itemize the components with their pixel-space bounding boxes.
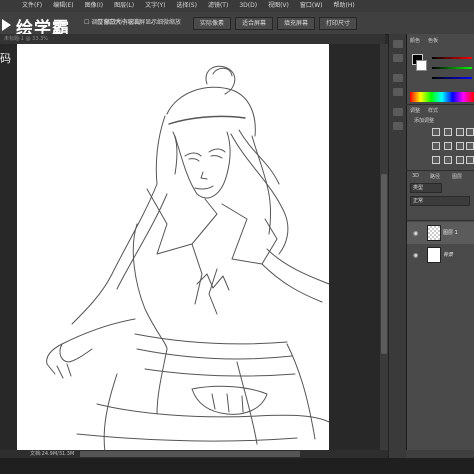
hue-saturation-icon[interactable]: [444, 142, 452, 150]
exposure-icon[interactable]: [466, 128, 474, 136]
layer-thumbnail: [427, 225, 441, 241]
actual-pixels-button[interactable]: 实际像素: [193, 17, 231, 30]
layer-name: 图层 1: [443, 230, 458, 236]
print-size-button[interactable]: 打印尺寸: [319, 17, 357, 30]
clone-source-icon[interactable]: [393, 88, 403, 96]
play-icon: [2, 19, 11, 31]
layer-kind-filter[interactable]: 类型: [410, 183, 442, 193]
gradient-map-icon[interactable]: [466, 156, 474, 164]
zoom-all-checkbox[interactable]: ☐ 缩放所有窗口: [97, 17, 140, 28]
scrubby-zoom-checkbox[interactable]: ✓ 细微缩放: [150, 17, 181, 28]
menu-file[interactable]: 文件(F): [22, 0, 42, 12]
curves-icon[interactable]: [456, 128, 464, 136]
color-spectrum[interactable]: [410, 92, 474, 102]
layer-row[interactable]: ◉ 背景: [407, 244, 474, 266]
brush-icon[interactable]: [393, 74, 403, 82]
history-icon[interactable]: [393, 40, 403, 48]
taskbar: [0, 458, 474, 474]
properties-icon[interactable]: [393, 54, 403, 62]
collar: [146, 188, 218, 255]
blue-slider[interactable]: [432, 77, 472, 79]
canvas[interactable]: [17, 44, 329, 452]
tab-adjustments[interactable]: 调整: [410, 107, 420, 114]
menu-view[interactable]: 视图(V): [268, 0, 289, 12]
paragraph-icon[interactable]: [393, 122, 403, 130]
horizontal-scrollbar[interactable]: [80, 451, 300, 457]
fill-screen-button[interactable]: 填充屏幕: [277, 17, 315, 30]
layer-row[interactable]: ◉ 图层 1: [407, 222, 474, 244]
vibrance-icon[interactable]: [432, 142, 440, 150]
blend-mode-select[interactable]: 正常: [410, 196, 470, 206]
document-size: 文档:24.9M/31.3M: [30, 451, 75, 457]
tab-layers[interactable]: 图层: [452, 173, 462, 180]
tab-color[interactable]: 颜色: [410, 37, 420, 44]
menu-type[interactable]: 文字(Y): [145, 0, 165, 12]
threshold-icon[interactable]: [456, 156, 464, 164]
menu-bar: 文件(F) 编辑(E) 图像(I) 图层(L) 文字(Y) 选择(S) 滤镜(T) 3D(D)…: [0, 0, 474, 12]
layer-name: 背景: [443, 252, 454, 258]
panel-icon-strip: [388, 34, 407, 458]
menu-edit[interactable]: 编辑(E): [53, 0, 73, 12]
posterize-icon[interactable]: [444, 156, 452, 164]
red-slider[interactable]: [432, 57, 472, 59]
belt: [134, 333, 288, 345]
document-tab[interactable]: 未标题-1 @ 33.3%: [0, 34, 385, 44]
layer-thumbnail: [427, 247, 441, 263]
tab-swatches[interactable]: 色板: [428, 37, 438, 44]
green-slider[interactable]: [432, 67, 472, 69]
menu-3d[interactable]: 3D(D): [239, 0, 257, 12]
scrollbar-thumb[interactable]: [381, 174, 387, 354]
menu-filter[interactable]: 滤镜(T): [208, 0, 228, 12]
color-balance-icon[interactable]: [456, 142, 464, 150]
menu-help[interactable]: 帮助(H): [334, 0, 355, 12]
menu-layer[interactable]: 图层(L): [114, 0, 134, 12]
vertical-scrollbar[interactable]: [380, 44, 388, 454]
layer-actions-bar: [406, 450, 474, 458]
invert-icon[interactable]: [432, 156, 440, 164]
eye-icon[interactable]: ◉: [413, 252, 418, 259]
eye-icon[interactable]: ◉: [413, 230, 418, 237]
fit-screen-button[interactable]: 适合屏幕: [235, 17, 273, 30]
tab-paths[interactable]: 路径: [430, 173, 440, 180]
background-color-swatch[interactable]: [416, 60, 427, 71]
side-character: 码: [0, 52, 11, 65]
menu-window[interactable]: 窗口(W): [300, 0, 323, 12]
tab-3d[interactable]: 3D: [412, 173, 419, 179]
levels-icon[interactable]: [444, 128, 452, 136]
add-adjustment-label: 添加调整: [414, 118, 435, 124]
brightness-icon[interactable]: [432, 128, 440, 136]
sketch-drawing: [46, 65, 329, 452]
menu-select[interactable]: 选择(S): [176, 0, 197, 12]
character-icon[interactable]: [393, 108, 403, 116]
black-white-icon[interactable]: [466, 142, 474, 150]
menu-image[interactable]: 图像(I): [85, 0, 103, 12]
tab-styles[interactable]: 样式: [428, 107, 438, 114]
